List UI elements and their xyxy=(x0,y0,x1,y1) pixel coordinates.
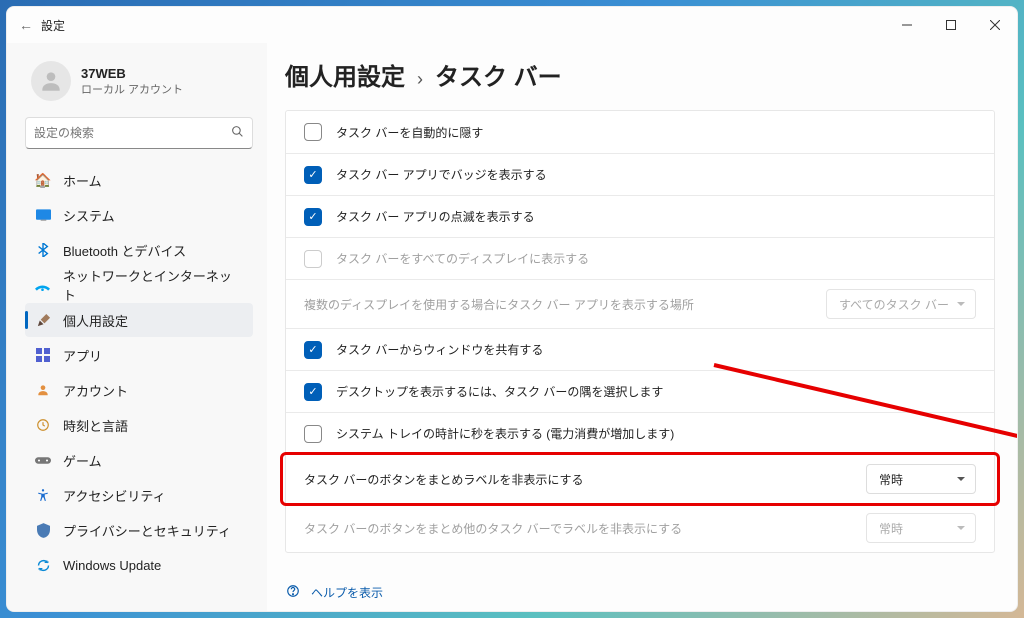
nav-label: システム xyxy=(63,206,115,225)
back-button[interactable]: ← xyxy=(19,17,41,33)
apps-icon xyxy=(35,347,51,363)
nav-label: ゲーム xyxy=(63,451,102,470)
sidebar: 37WEB ローカル アカウント 🏠 ホーム システム Bluetooth とデバ… xyxy=(7,43,267,611)
privacy-icon xyxy=(35,522,51,538)
checkbox-on[interactable]: ✓ xyxy=(304,341,322,359)
row-all-displays: タスク バーをすべてのディスプレイに表示する xyxy=(286,237,994,279)
time-icon xyxy=(35,417,51,433)
help-link[interactable]: ヘルプを表示 xyxy=(285,577,995,607)
dropdown-combine-labels[interactable]: 常時 xyxy=(866,464,976,494)
settings-panel: タスク バーを自動的に隠す ✓ タスク バー アプリでバッジを表示する ✓ タス… xyxy=(285,110,995,553)
window-title: 設定 xyxy=(41,17,65,34)
nav-label: ホーム xyxy=(63,171,102,190)
nav-label: アクセシビリティ xyxy=(63,486,166,505)
dropdown-multi-display: すべてのタスク バー xyxy=(826,289,976,319)
maximize-button[interactable] xyxy=(929,7,973,43)
network-icon xyxy=(35,277,51,293)
search-input[interactable] xyxy=(34,126,231,140)
dropdown-value: 常時 xyxy=(879,471,903,488)
nav-label: アプリ xyxy=(63,346,102,365)
checkbox-disabled xyxy=(304,250,322,268)
home-icon: 🏠 xyxy=(35,172,51,188)
nav-label: Bluetooth とデバイス xyxy=(63,241,186,260)
nav-bluetooth[interactable]: Bluetooth とデバイス xyxy=(25,233,253,267)
row-show-seconds[interactable]: システム トレイの時計に秒を表示する (電力消費が増加します) xyxy=(286,412,994,454)
avatar xyxy=(31,61,71,101)
feedback-link[interactable]: フィードバックの送信 xyxy=(285,607,995,611)
breadcrumb-current: タスク バー xyxy=(435,57,562,92)
gaming-icon xyxy=(35,452,51,468)
bluetooth-icon xyxy=(35,242,51,258)
row-flashing[interactable]: ✓ タスク バー アプリの点滅を表示する xyxy=(286,195,994,237)
nav-label: Windows Update xyxy=(63,558,161,573)
checkbox-on[interactable]: ✓ xyxy=(304,208,322,226)
nav-time[interactable]: 時刻と言語 xyxy=(25,408,253,442)
account-name: 37WEB xyxy=(81,66,183,81)
nav-label: ネットワークとインターネット xyxy=(63,266,243,304)
nav-label: 時刻と言語 xyxy=(63,416,128,435)
nav-update[interactable]: Windows Update xyxy=(25,548,253,582)
nav-accessibility[interactable]: アクセシビリティ xyxy=(25,478,253,512)
dropdown-value: 常時 xyxy=(879,520,903,537)
row-badges[interactable]: ✓ タスク バー アプリでバッジを表示する xyxy=(286,153,994,195)
row-label: システム トレイの時計に秒を表示する (電力消費が増加します) xyxy=(336,425,976,442)
row-label: タスク バー アプリの点滅を表示する xyxy=(336,208,976,225)
account-block[interactable]: 37WEB ローカル アカウント xyxy=(25,51,259,117)
search-box[interactable] xyxy=(25,117,253,149)
accounts-icon xyxy=(35,382,51,398)
nav-privacy[interactable]: プライバシーとセキュリティ xyxy=(25,513,253,547)
row-multi-display: 複数のディスプレイを使用する場合にタスク バー アプリを表示する場所 すべてのタ… xyxy=(286,279,994,328)
checkbox-on[interactable]: ✓ xyxy=(304,166,322,184)
nav-label: 個人用設定 xyxy=(63,311,128,330)
footer-links: ヘルプを表示 フィードバックの送信 xyxy=(285,577,995,611)
row-label: タスク バー アプリでバッジを表示する xyxy=(336,166,976,183)
link-label: ヘルプを表示 xyxy=(311,584,383,601)
row-label: タスク バーを自動的に隠す xyxy=(336,124,976,141)
nav-accounts[interactable]: アカウント xyxy=(25,373,253,407)
breadcrumb-parent[interactable]: 個人用設定 xyxy=(285,57,405,92)
row-share-window[interactable]: ✓ タスク バーからウィンドウを共有する xyxy=(286,328,994,370)
row-label: タスク バーのボタンをまとめ他のタスク バーでラベルを非表示にする xyxy=(304,520,852,537)
checkbox-off[interactable] xyxy=(304,425,322,443)
nav-list: 🏠 ホーム システム Bluetooth とデバイス ネットワークとインターネット… xyxy=(25,163,259,582)
nav-apps[interactable]: アプリ xyxy=(25,338,253,372)
system-icon xyxy=(35,207,51,223)
checkbox-on[interactable]: ✓ xyxy=(304,383,322,401)
row-combine-labels-other: タスク バーのボタンをまとめ他のタスク バーでラベルを非表示にする 常時 xyxy=(286,503,994,552)
checkbox-off[interactable] xyxy=(304,123,322,141)
row-combine-labels[interactable]: タスク バーのボタンをまとめラベルを非表示にする 常時 xyxy=(286,454,994,503)
row-label: タスク バーのボタンをまとめラベルを非表示にする xyxy=(304,471,852,488)
close-button[interactable] xyxy=(973,7,1017,43)
nav-label: アカウント xyxy=(63,381,128,400)
dropdown-combine-labels-other: 常時 xyxy=(866,513,976,543)
nav-label: プライバシーとセキュリティ xyxy=(63,521,231,540)
personalization-icon xyxy=(35,312,51,328)
titlebar: ← 設定 xyxy=(7,7,1017,43)
help-icon xyxy=(285,584,301,601)
row-label: タスク バーからウィンドウを共有する xyxy=(336,341,976,358)
breadcrumb: 個人用設定 › タスク バー xyxy=(285,57,995,92)
nav-home[interactable]: 🏠 ホーム xyxy=(25,163,253,197)
row-show-desktop[interactable]: ✓ デスクトップを表示するには、タスク バーの隅を選択します xyxy=(286,370,994,412)
nav-personalization[interactable]: 個人用設定 xyxy=(25,303,253,337)
account-subtitle: ローカル アカウント xyxy=(81,81,183,97)
minimize-button[interactable] xyxy=(885,7,929,43)
row-label: タスク バーをすべてのディスプレイに表示する xyxy=(336,250,976,267)
row-auto-hide[interactable]: タスク バーを自動的に隠す xyxy=(286,111,994,153)
settings-window: ← 設定 37WEB ローカル アカウント xyxy=(6,6,1018,612)
nav-network[interactable]: ネットワークとインターネット xyxy=(25,268,253,302)
chevron-right-icon: › xyxy=(417,69,423,90)
search-icon xyxy=(231,125,244,141)
row-label: デスクトップを表示するには、タスク バーの隅を選択します xyxy=(336,383,976,400)
nav-gaming[interactable]: ゲーム xyxy=(25,443,253,477)
main-panel: 個人用設定 › タスク バー タスク バーを自動的に隠す ✓ タスク バー アプ… xyxy=(267,43,1017,611)
dropdown-value: すべてのタスク バー xyxy=(839,296,949,313)
nav-system[interactable]: システム xyxy=(25,198,253,232)
accessibility-icon xyxy=(35,487,51,503)
row-label: 複数のディスプレイを使用する場合にタスク バー アプリを表示する場所 xyxy=(304,296,812,313)
update-icon xyxy=(35,557,51,573)
